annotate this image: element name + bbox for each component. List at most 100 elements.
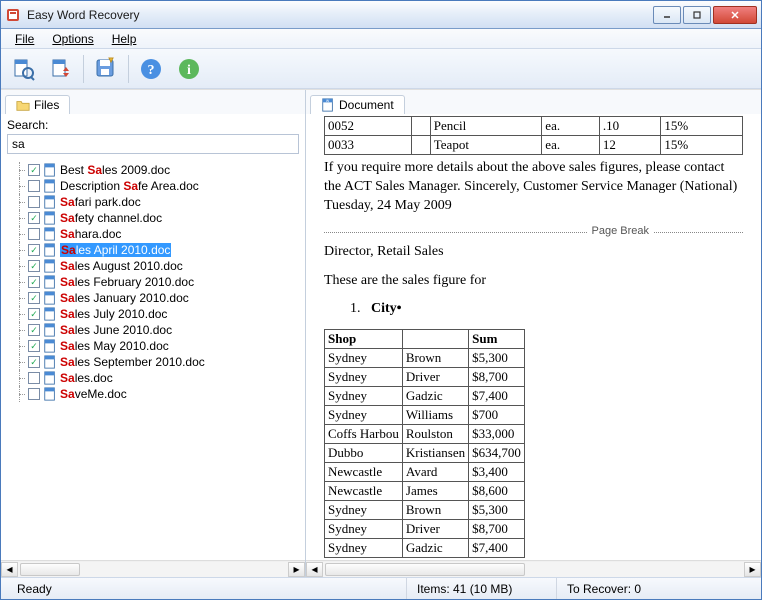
minimize-button[interactable] <box>653 6 681 24</box>
file-label[interactable]: Sales September 2010.doc <box>60 355 205 369</box>
maximize-button[interactable] <box>683 6 711 24</box>
save-button[interactable] <box>90 53 122 85</box>
scroll-left-icon[interactable]: ◂ <box>1 562 18 577</box>
file-item[interactable]: Description Safe Area.doc <box>11 178 301 194</box>
table-cell: Sydney <box>325 406 403 425</box>
file-checkbox[interactable] <box>28 388 40 400</box>
file-label[interactable]: Sahara.doc <box>60 227 121 241</box>
file-checkbox[interactable] <box>28 228 40 240</box>
table-cell: Brown <box>402 349 468 368</box>
word-doc-icon <box>43 387 57 401</box>
file-checkbox[interactable] <box>28 196 40 208</box>
search-input[interactable] <box>7 134 299 154</box>
document-preview[interactable]: 0052Pencilea..1015%0033Teapotea.1215% If… <box>306 114 761 560</box>
file-checkbox[interactable]: ✓ <box>28 292 40 304</box>
file-item[interactable]: ✓ Sales February 2010.doc <box>11 274 301 290</box>
file-label[interactable]: Description Safe Area.doc <box>60 179 199 193</box>
menu-file[interactable]: File <box>7 30 42 48</box>
table-cell: Roulston <box>402 425 468 444</box>
preview-top-table: 0052Pencilea..1015%0033Teapotea.1215% <box>324 116 743 155</box>
status-items: Items: 41 (10 MB) <box>407 578 557 599</box>
file-checkbox[interactable]: ✓ <box>28 276 40 288</box>
file-label[interactable]: Best Sales 2009.doc <box>60 163 170 177</box>
file-item[interactable]: ✓ Sales August 2010.doc <box>11 258 301 274</box>
close-button[interactable] <box>713 6 757 24</box>
status-ready: Ready <box>7 578 407 599</box>
file-checkbox[interactable] <box>28 372 40 384</box>
titlebar: Easy Word Recovery <box>1 1 761 29</box>
scroll-thumb[interactable] <box>325 563 525 576</box>
file-tree: ✓ Best Sales 2009.doc Description Safe Are… <box>1 158 305 560</box>
table-cell: $5,300 <box>469 349 525 368</box>
file-label[interactable]: SaveMe.doc <box>60 387 127 401</box>
table-cell: Gadzic <box>402 387 468 406</box>
file-checkbox[interactable]: ✓ <box>28 212 40 224</box>
tab-document[interactable]: W Document <box>310 95 405 114</box>
scroll-left-icon[interactable]: ◂ <box>306 562 323 577</box>
file-label[interactable]: Sales January 2010.doc <box>60 291 189 305</box>
file-checkbox[interactable] <box>28 180 40 192</box>
file-item[interactable]: ✓ Sales May 2010.doc <box>11 338 301 354</box>
file-item[interactable]: ✓ Sales September 2010.doc <box>11 354 301 370</box>
about-button[interactable]: i <box>173 53 205 85</box>
file-checkbox[interactable]: ✓ <box>28 308 40 320</box>
file-label[interactable]: Sales February 2010.doc <box>60 275 194 289</box>
file-item[interactable]: ✓ Sales January 2010.doc <box>11 290 301 306</box>
table-cell: James <box>402 482 468 501</box>
help-button[interactable]: ? <box>135 53 167 85</box>
file-checkbox[interactable]: ✓ <box>28 340 40 352</box>
scroll-right-icon[interactable]: ▸ <box>288 562 305 577</box>
file-label[interactable]: Sales May 2010.doc <box>60 339 169 353</box>
file-checkbox[interactable]: ✓ <box>28 356 40 368</box>
table-cell: Sydney <box>325 520 403 539</box>
table-cell: Newcastle <box>325 482 403 501</box>
file-item[interactable]: ✓ Sales June 2010.doc <box>11 322 301 338</box>
table-cell: 12 <box>599 136 660 155</box>
file-item[interactable]: SaveMe.doc <box>11 386 301 402</box>
menu-help[interactable]: Help <box>104 30 145 48</box>
word-doc-icon <box>43 307 57 321</box>
menu-options[interactable]: Options <box>44 30 101 48</box>
file-label[interactable]: Safari park.doc <box>60 195 141 209</box>
open-button[interactable] <box>7 53 39 85</box>
file-checkbox[interactable]: ✓ <box>28 164 40 176</box>
word-doc-icon <box>43 275 57 289</box>
file-label[interactable]: Sales.doc <box>60 371 113 385</box>
scroll-thumb[interactable] <box>20 563 80 576</box>
word-doc-icon <box>43 323 57 337</box>
file-checkbox[interactable]: ✓ <box>28 324 40 336</box>
word-doc-icon <box>43 371 57 385</box>
file-checkbox[interactable]: ✓ <box>28 244 40 256</box>
right-hscroll[interactable]: ◂ ▸ <box>306 560 761 577</box>
file-item[interactable]: ✓ Safety channel.doc <box>11 210 301 226</box>
table-cell <box>412 136 431 155</box>
file-item[interactable]: ✓ Best Sales 2009.doc <box>11 162 301 178</box>
file-label[interactable]: Sales July 2010.doc <box>60 307 167 321</box>
recover-button[interactable] <box>45 53 77 85</box>
preview-list-item: 1. City• <box>350 300 743 319</box>
word-doc-icon <box>43 259 57 273</box>
file-label[interactable]: Safety channel.doc <box>60 211 162 225</box>
scroll-right-icon[interactable]: ▸ <box>744 562 761 577</box>
file-item[interactable]: Sales.doc <box>11 370 301 386</box>
table-header: Shop <box>325 330 403 349</box>
file-item[interactable]: ✓ Sales April 2010.doc <box>11 242 301 258</box>
word-doc-icon <box>43 195 57 209</box>
svg-text:?: ? <box>148 63 155 78</box>
word-doc-icon <box>43 227 57 241</box>
file-item[interactable]: ✓ Sales July 2010.doc <box>11 306 301 322</box>
statusbar: Ready Items: 41 (10 MB) To Recover: 0 <box>1 577 761 599</box>
table-cell: $3,400 <box>469 463 525 482</box>
left-hscroll[interactable]: ◂ ▸ <box>1 560 305 577</box>
folder-icon <box>16 98 30 112</box>
status-recover: To Recover: 0 <box>557 578 755 599</box>
file-label[interactable]: Sales April 2010.doc <box>60 243 171 257</box>
file-item[interactable]: Safari park.doc <box>11 194 301 210</box>
file-label[interactable]: Sales August 2010.doc <box>60 259 183 273</box>
app-icon <box>5 7 21 23</box>
preview-line: Director, Retail Sales <box>324 243 743 262</box>
file-item[interactable]: Sahara.doc <box>11 226 301 242</box>
file-checkbox[interactable]: ✓ <box>28 260 40 272</box>
tab-files[interactable]: Files <box>5 95 70 114</box>
file-label[interactable]: Sales June 2010.doc <box>60 323 172 337</box>
